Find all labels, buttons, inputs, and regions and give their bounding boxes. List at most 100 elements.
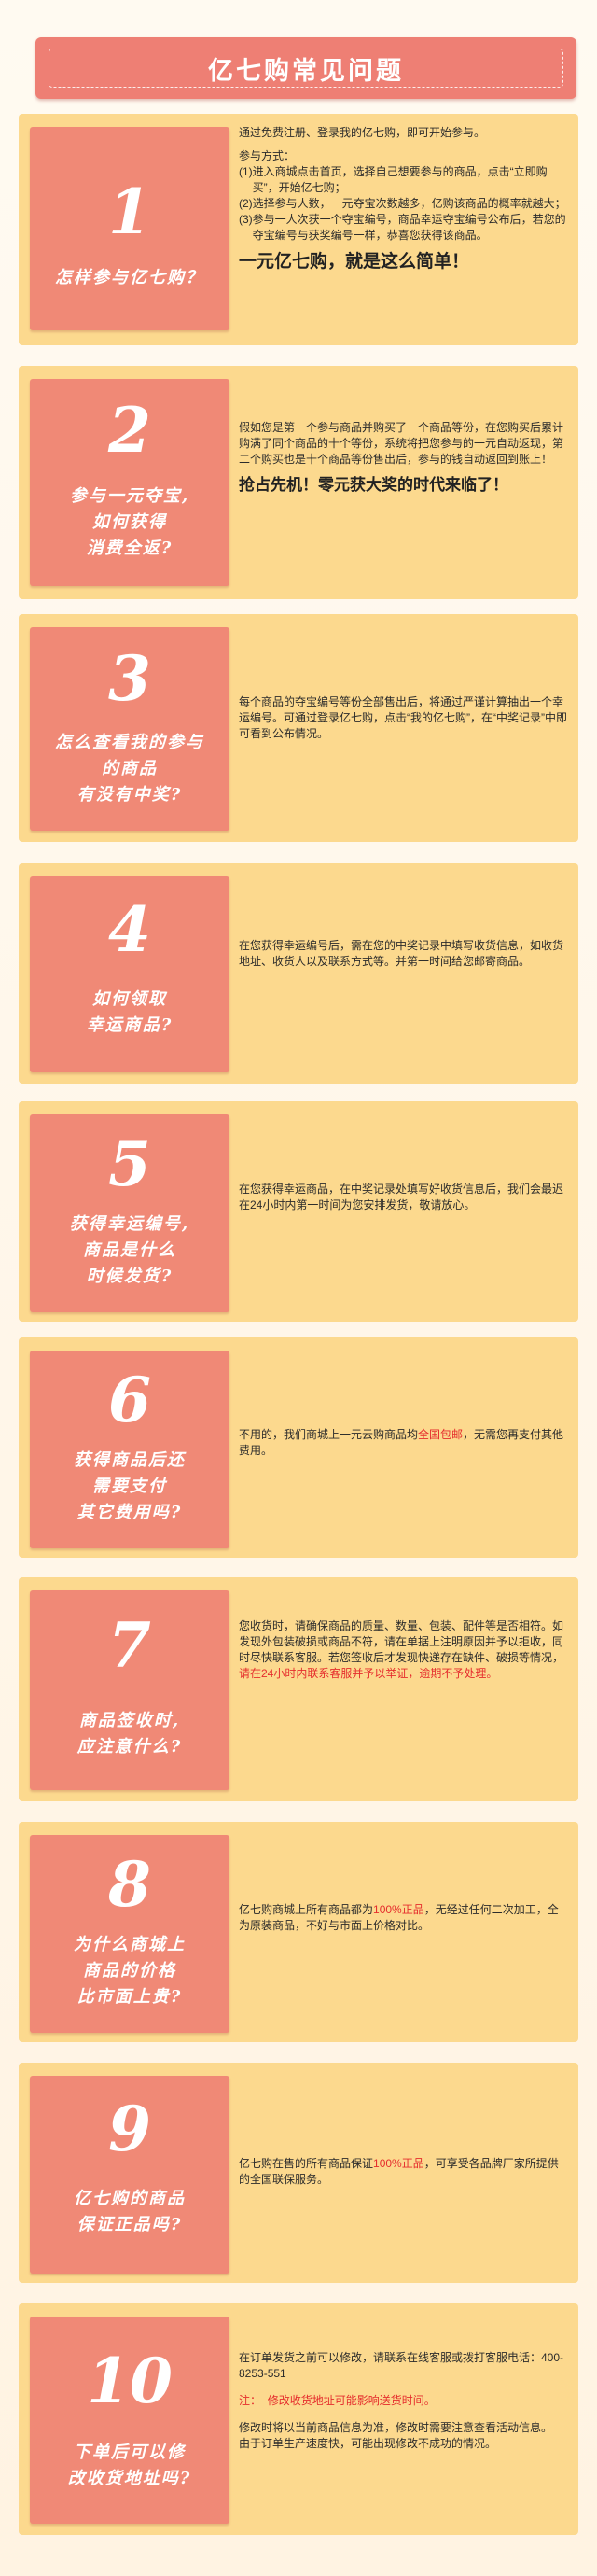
header-dashed-frame: 亿七购常见问题 [49,49,563,88]
faq-question: 参与一元夺宝, 如何获得 消费全返? [35,483,224,562]
answer-body: 在您获得幸运商品，在中奖记录处填写好收货信息后，我们会最迟在24小时内第一时间为… [239,1183,564,1211]
method-step: (2) 选择参与人数，一元夺宝次数越多，亿购该商品的概率就越大； [239,196,569,212]
faq-badge-1: 1 怎样参与亿七购？ [30,127,229,330]
faq-card-5: 5 获得幸运编号, 商品是什么 时候发货? 在您获得幸运商品，在中奖记录处填写好… [19,1101,578,1322]
faq-question-line: 时候发货? [86,1267,174,1286]
answer-body: 修改时将以当前商品信息为准，修改时需要注意查看活动信息。 [239,2421,553,2434]
faq-question-line: 需要支付 [92,1477,167,1496]
faq-question: 如何领取 幸运商品? [35,987,224,1039]
faq-card-7: 7 商品签收时, 应注意什么? 您收货时，请确保商品的质量、数量、包装、配件等是… [19,1577,578,1801]
answer-highlight: 一元亿七购，就是这么简单！ [239,252,470,272]
faq-badge-7: 7 商品签收时, 应注意什么? [30,1590,229,1790]
faq-card-2: 2 参与一元夺宝, 如何获得 消费全返? 假如您是第一个参与商品并购买了一个商品… [19,366,578,599]
faq-question-line: 消费全返? [86,539,174,558]
faq-answer-7: 您收货时，请确保商品的质量、数量、包装、配件等是否相符。如发现外包装破损或商品不… [239,1618,569,1682]
note-emphasis: 修改收货地址可能影响送货时间。 [267,2394,436,2407]
faq-number: 8 [108,1848,151,1921]
faq-badge-9: 9 亿七购的商品 保证正品吗? [30,2076,229,2274]
faq-card-1: 1 怎样参与亿七购？ 通过免费注册、登录我的亿七购，即可开始参与。 参与方式： … [19,114,578,345]
faq-question-line: 怎么查看我的参与 [55,733,204,752]
faq-question: 怎么查看我的参与 的商品 有没有中奖? [35,730,224,808]
faq-card-4: 4 如何领取 幸运商品? 在您获得幸运编号后，需在您的中奖记录中填写收货信息，如… [19,863,578,1084]
faq-question-line: 的商品 [102,759,158,778]
faq-question: 亿七购的商品 保证正品吗? [35,2186,224,2238]
faq-badge-10: 10 下单后可以修 改收货地址吗? [30,2317,229,2524]
faq-question-line: 应注意什么? [76,1737,183,1757]
faq-question-line: 商品的价格 [83,1961,176,1981]
answer-text: 您收货时，请确保商品的质量、数量、包装、配件等是否相符。如发现外包装破损或商品不… [239,1619,564,1664]
answer-text: 亿七购商城上所有商品都为 [239,1903,374,1916]
faq-question-line: 参与一元夺宝, [69,486,190,506]
faq-page: 亿七购常见问题 1 怎样参与亿七购？ 通过免费注册、登录我的亿七购，即可开始参与… [0,0,597,2576]
answer-text: 不用的，我们商城上一元云购商品均 [239,1428,419,1441]
faq-question-line: 保证正品吗? [76,2215,183,2234]
step-text: 参与一人次获一个夺宝编号，商品幸运夺宝编号公布后，若您的夺宝编号与获奖编号一样，… [252,213,566,242]
step-text: 进入商城点击首页，选择自己想要参与的商品，点击“立即购买”，开始亿七购； [252,165,548,194]
faq-question-line: 获得商品后还 [74,1450,186,1470]
page-title: 亿七购常见问题 [208,56,404,86]
faq-question: 下单后可以修 改收货地址吗? [35,2440,224,2492]
faq-question-line: 如何领取 [92,989,167,1009]
faq-badge-8: 8 为什么商城上 商品的价格 比市面上贵? [30,1835,229,2033]
free-shipping-emphasis: 全国包邮 [418,1428,464,1441]
faq-number: 2 [108,394,151,467]
faq-question-line: 怎样参与亿七购？ [55,268,204,287]
method-step: (3) 参与一人次获一个夺宝编号，商品幸运夺宝编号公布后，若您的夺宝编号与获奖编号… [239,212,569,244]
faq-badge-4: 4 如何领取 幸运商品? [30,876,229,1072]
note-label: 注： [239,2394,262,2407]
answer-body: 在订单发货之前可以修改，请联系在线客服或拨打客服电话：400-8253-551 [239,2351,564,2380]
faq-question-line: 获得幸运编号, [69,1214,190,1234]
faq-question-line: 如何获得 [92,512,167,532]
answer-body: 在您获得幸运编号后，需在您的中奖记录中填写收货信息，如收货地址、收货人以及联系方… [239,939,564,968]
faq-question-line: 比市面上贵? [76,1987,183,2007]
authentic-emphasis: 100%正品 [373,1903,424,1916]
faq-question-line: 其它费用吗? [76,1503,183,1522]
answer-body: 您收货时，请确保商品的质量、数量、包装、配件等是否相符。如发现外包装破损或商品不… [239,1618,569,1682]
faq-answer-2: 假如您是第一个参与商品并购买了一个商品等份，在您购买后累计购满了同个商品的十个等… [239,420,569,496]
faq-answer-3: 每个商品的夺宝编号等份全部售出后，将通过严谨计算抽出一个幸运编号。可通过登录亿七… [239,694,569,742]
faq-badge-6: 6 获得商品后还 需要支付 其它费用吗? [30,1351,229,1548]
page-header: 亿七购常见问题 [35,37,576,99]
answer-intro: 通过免费注册、登录我的亿七购，即可开始参与。 [239,126,486,139]
answer-body: 假如您是第一个参与商品并购买了一个商品等份，在您购买后累计购满了同个商品的十个等… [239,421,564,466]
methods-title: 参与方式： [239,149,296,162]
answer-body: 亿七购在售的所有商品保证100%正品，可享受各品牌厂家所提供的全国联保服务。 [239,2156,569,2188]
answer-body: 每个商品的夺宝编号等份全部售出后，将通过严谨计算抽出一个幸运编号。可通过登录亿七… [239,695,567,740]
faq-question: 怎样参与亿七购？ [35,265,224,291]
step-number: (3) [239,213,253,226]
answer-body: 由于订单生产速度快，可能出现修改不成功的情况。 [239,2437,497,2450]
answer-body: 亿七购商城上所有商品都为100%正品，无经过任何二次加工，全为原装商品，不好与市… [239,1902,569,1934]
faq-question-line: 下单后可以修 [74,2443,186,2462]
step-text: 选择参与人数，一元夺宝次数越多，亿购该商品的概率就越大； [252,197,566,210]
faq-badge-2: 2 参与一元夺宝, 如何获得 消费全返? [30,379,229,586]
faq-number: 3 [108,642,151,715]
step-number: (1) [239,165,253,178]
faq-question-line: 亿七购的商品 [74,2189,186,2208]
faq-card-9: 9 亿七购的商品 保证正品吗? 亿七购在售的所有商品保证100%正品，可享受各品… [19,2063,578,2283]
faq-card-10: 10 下单后可以修 改收货地址吗? 在订单发货之前可以修改，请联系在线客服或拨打… [19,2303,578,2535]
faq-card-3: 3 怎么查看我的参与 的商品 有没有中奖? 每个商品的夺宝编号等份全部售出后，将… [19,614,578,842]
answer-body: 不用的，我们商城上一元云购商品均全国包邮，无需您再支付其他费用。 [239,1427,569,1459]
faq-answer-1: 通过免费注册、登录我的亿七购，即可开始参与。 参与方式： (1) 进入商城点击首页… [239,125,569,273]
faq-card-6: 6 获得商品后还 需要支付 其它费用吗? 不用的，我们商城上一元云购商品均全国包… [19,1337,578,1558]
faq-question: 获得幸运编号, 商品是什么 时候发货? [35,1211,224,1290]
faq-answer-5: 在您获得幸运商品，在中奖记录处填写好收货信息后，我们会最迟在24小时内第一时间为… [239,1182,569,1213]
faq-answer-9: 亿七购在售的所有商品保证100%正品，可享受各品牌厂家所提供的全国联保服务。 [239,2156,569,2188]
faq-number: 9 [108,2093,151,2165]
method-step: (1) 进入商城点击首页，选择自己想要参与的商品，点击“立即购买”，开始亿七购； [239,164,569,196]
faq-number: 6 [108,1364,151,1436]
faq-question-line: 有没有中奖? [76,785,183,805]
faq-question-line: 商品签收时, [78,1711,181,1730]
faq-badge-3: 3 怎么查看我的参与 的商品 有没有中奖? [30,627,229,831]
faq-question-line: 商品是什么 [83,1240,176,1260]
faq-number: 1 [108,175,151,248]
faq-number: 5 [108,1127,151,1200]
faq-question-line: 改收货地址吗? [67,2469,192,2488]
faq-number: 4 [108,893,151,966]
answer-highlight: 抢占先机！零元获大奖的时代来临了！ [239,476,508,494]
faq-number: 10 [87,2345,173,2417]
faq-question-line: 为什么商城上 [74,1935,186,1954]
answer-note: 注： 修改收货地址可能影响送货时间。 [239,2393,569,2409]
warning-emphasis: 请在24小时内联系客服并予以举证，逾期不予处理。 [239,1667,498,1680]
faq-answer-10: 在订单发货之前可以修改，请联系在线客服或拨打客服电话：400-8253-551 … [239,2350,569,2452]
